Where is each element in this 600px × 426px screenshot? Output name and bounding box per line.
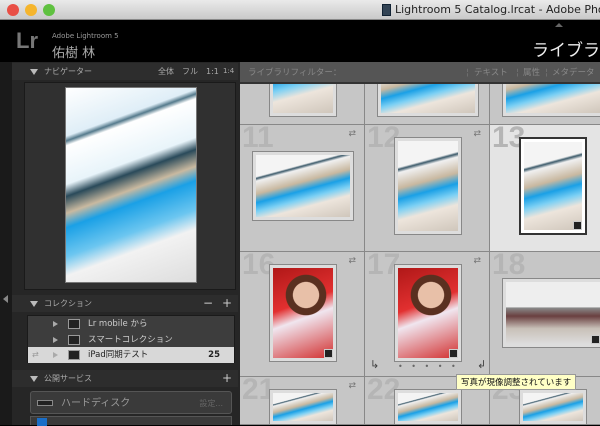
disclosure-triangle-icon [30,376,38,382]
publish-services-header[interactable]: 公開サービス + [12,370,238,387]
product-name: Adobe Lightroom 5 [52,32,119,40]
collection-item-selected[interactable]: ⇄ iPad同期テスト 25 [28,347,234,363]
photo [506,282,600,344]
thumbnail[interactable] [394,137,462,235]
tooltip: 写真が現像調整されています [456,374,576,390]
grid-cell[interactable]: 21⇄ [240,377,365,425]
grid-cell[interactable]: 12⇄ [365,125,490,252]
develop-adjusted-icon[interactable] [449,349,458,358]
window-title: Lightroom 5 Catalog.lrcat - Adobe Photos [395,3,600,16]
grid-cell[interactable]: 18 [490,252,600,377]
thumbnail[interactable] [394,389,462,425]
rotate-left-icon[interactable]: ↳ [370,358,379,371]
expand-arrow-icon[interactable] [53,321,58,327]
photo [398,268,458,358]
sync-icon: ⇄ [348,129,356,139]
add-collection-button[interactable]: + [222,295,232,312]
remove-collection-button[interactable]: − [203,295,213,312]
photo [523,393,583,421]
collection-item[interactable]: Lr mobile から [28,316,234,332]
collection-item[interactable]: スマートコレクション [28,332,234,348]
disclosure-triangle-icon [30,69,38,75]
thumbnail[interactable] [519,137,587,235]
sync-icon: ⇄ [348,256,356,266]
expand-arrow-icon[interactable] [53,352,58,358]
develop-adjusted-icon[interactable] [591,335,600,344]
grid-cell[interactable]: 17⇄ [365,252,490,377]
navigator-header[interactable]: ナビゲーター 全体 フル 1:1 1:4 ≑ [12,63,238,80]
photo [273,393,333,421]
sync-icon: ⇄ [32,347,39,363]
filter-metadata[interactable]: メタデータ [552,62,595,84]
photo [273,268,333,358]
filter-label: ライブラリフィルター： [248,62,341,84]
user-name: 佑樹 林 [52,42,95,61]
rotate-right-icon[interactable]: ↲ [477,358,486,371]
collection-set-icon [68,319,80,329]
grid-cell[interactable]: 13 [490,125,600,252]
thumbnail[interactable] [269,264,337,362]
collections-header[interactable]: コレクション − + [12,295,238,312]
collapse-left-icon[interactable] [3,295,8,303]
grid-cell[interactable]: 16⇄ [240,252,365,377]
thumbnail[interactable] [269,389,337,425]
hard-disk-icon [37,400,53,406]
thumbnail[interactable] [519,389,587,425]
photo [398,393,458,421]
lightroom-logo: Lr [16,28,38,54]
zoom-fill[interactable]: フル [182,63,198,80]
disclosure-triangle-icon [30,301,38,307]
add-publish-service-button[interactable]: + [222,370,232,387]
zoom-button[interactable] [43,4,55,16]
navigator-title: ナビゲーター [44,63,92,80]
filter-text[interactable]: テキスト [474,62,508,84]
sync-icon: ⇄ [348,381,356,391]
photo [398,141,458,231]
expand-arrow-icon[interactable] [53,337,58,343]
close-button[interactable] [7,4,19,16]
thumbnail[interactable] [394,264,462,362]
collection-label: iPad同期テスト [88,347,148,363]
collections-title: コレクション [44,295,92,312]
library-filter-bar: ライブラリフィルター： ¦テキスト ¦属性 ¦メタデータ [240,62,600,84]
publish-service-item[interactable] [30,416,232,425]
document-icon [382,4,391,16]
collapse-top-icon[interactable] [555,23,563,27]
minimize-button[interactable] [25,4,37,16]
star-rating[interactable]: • • • • • [398,362,459,371]
develop-adjusted-icon[interactable] [573,221,582,230]
window-titlebar: Lightroom 5 Catalog.lrcat - Adobe Photos [0,0,600,20]
collection-icon [68,350,80,360]
module-library[interactable]: ライブラ [532,36,600,61]
hard-disk-label: ハードディスク [61,392,130,415]
navigator-preview[interactable] [65,87,197,283]
filter-attribute[interactable]: 属性 [523,62,540,84]
left-panel-toggle-strip[interactable] [0,62,12,425]
collections-list: Lr mobile から スマートコレクション ⇄ iPad同期テスト 25 [27,315,235,363]
collection-label: Lr mobile から [88,316,147,332]
collection-set-icon [68,335,80,345]
photo [256,155,350,217]
hard-disk-service[interactable]: ハードディスク 設定... [30,391,232,414]
zoom-1-1[interactable]: 1:1 [206,63,219,80]
sync-icon: ⇄ [473,256,481,266]
sync-icon: ⇄ [473,129,481,139]
collection-count: 25 [208,347,220,363]
photo [524,142,582,230]
develop-adjusted-icon[interactable] [324,349,333,358]
thumbnail[interactable] [502,278,600,348]
thumbnail[interactable] [252,151,354,221]
collection-label: スマートコレクション [88,332,173,348]
grid-cell[interactable]: 11⇄ [240,125,365,252]
zoom-fit[interactable]: 全体 [158,63,174,80]
settings-button[interactable]: 設定... [199,392,223,415]
publish-services-title: 公開サービス [44,370,92,387]
